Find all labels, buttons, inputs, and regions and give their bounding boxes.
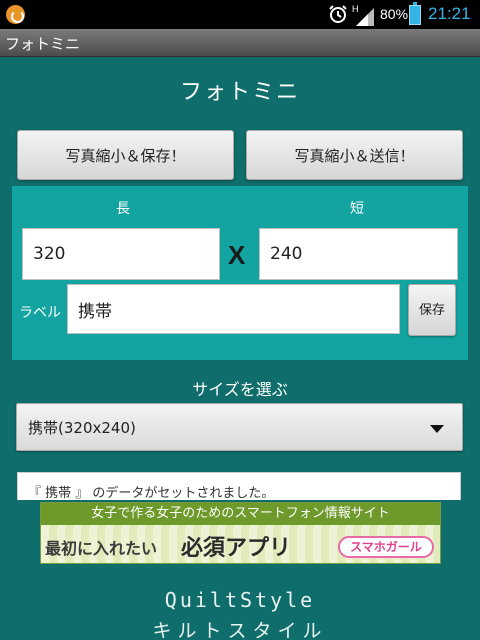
clock: 21:21 xyxy=(428,4,471,23)
brand-name: QuiltStyle xyxy=(164,588,316,612)
label-caption: ラベル xyxy=(19,305,61,321)
status-bar: H 80% 21:21 xyxy=(0,0,480,29)
long-side-input[interactable]: 320 xyxy=(22,228,220,280)
battery-icon xyxy=(409,2,421,25)
title-bar: フォトミニ xyxy=(0,29,480,57)
short-side-input[interactable]: 240 xyxy=(259,228,458,280)
ad-body: 最初に入れたい 必須アプリ スマホガール xyxy=(41,525,440,563)
shrink-send-button[interactable]: 写真縮小＆送信！ xyxy=(246,130,463,180)
ad-tagline: 女子で作る女子のためのスマートフォン情報サイト xyxy=(41,503,440,525)
size-select-value: 携帯(320x240) xyxy=(28,419,136,437)
short-side-label: 短 xyxy=(350,201,364,217)
footer: 女子で作る女子のためのスマートフォン情報サイト 最初に入れたい 必須アプリ スマ… xyxy=(0,500,480,640)
size-panel: 長 短 320 X 240 ラベル 携帯 保存 xyxy=(12,186,468,360)
label-input[interactable]: 携帯 xyxy=(67,284,400,334)
store-button[interactable]: 保存 xyxy=(408,284,456,336)
ad-banner[interactable]: 女子で作る女子のためのスマートフォン情報サイト 最初に入れたい 必須アプリ スマ… xyxy=(40,502,441,564)
page-title: フォトミニ xyxy=(179,80,300,105)
long-side-label: 長 xyxy=(116,201,130,217)
notification-icon xyxy=(6,5,25,24)
status-message-text: 『 携帯 』 のデータがセットされました。 xyxy=(28,486,275,501)
ad-text-essential: 必須アプリ xyxy=(181,536,292,561)
alarm-icon xyxy=(329,5,347,23)
ad-text-first: 最初に入れたい xyxy=(45,539,158,558)
ad-logo-badge: スマホガール xyxy=(338,536,434,558)
app-header: フォトミニ xyxy=(0,58,480,120)
network-type-label: H xyxy=(352,4,359,14)
brand-name-kana: キルトスタイル xyxy=(152,620,328,640)
signal-icon: H xyxy=(352,4,374,26)
size-select[interactable]: 携帯(320x240) xyxy=(16,403,463,451)
shrink-save-button[interactable]: 写真縮小＆保存！ xyxy=(17,130,234,180)
window-title: フォトミニ xyxy=(5,35,81,53)
dropdown-arrow-icon xyxy=(430,425,444,433)
battery-percent: 80% xyxy=(380,6,409,22)
multiply-sign: X xyxy=(228,240,246,270)
choose-size-heading: サイズを選ぶ xyxy=(192,380,288,399)
